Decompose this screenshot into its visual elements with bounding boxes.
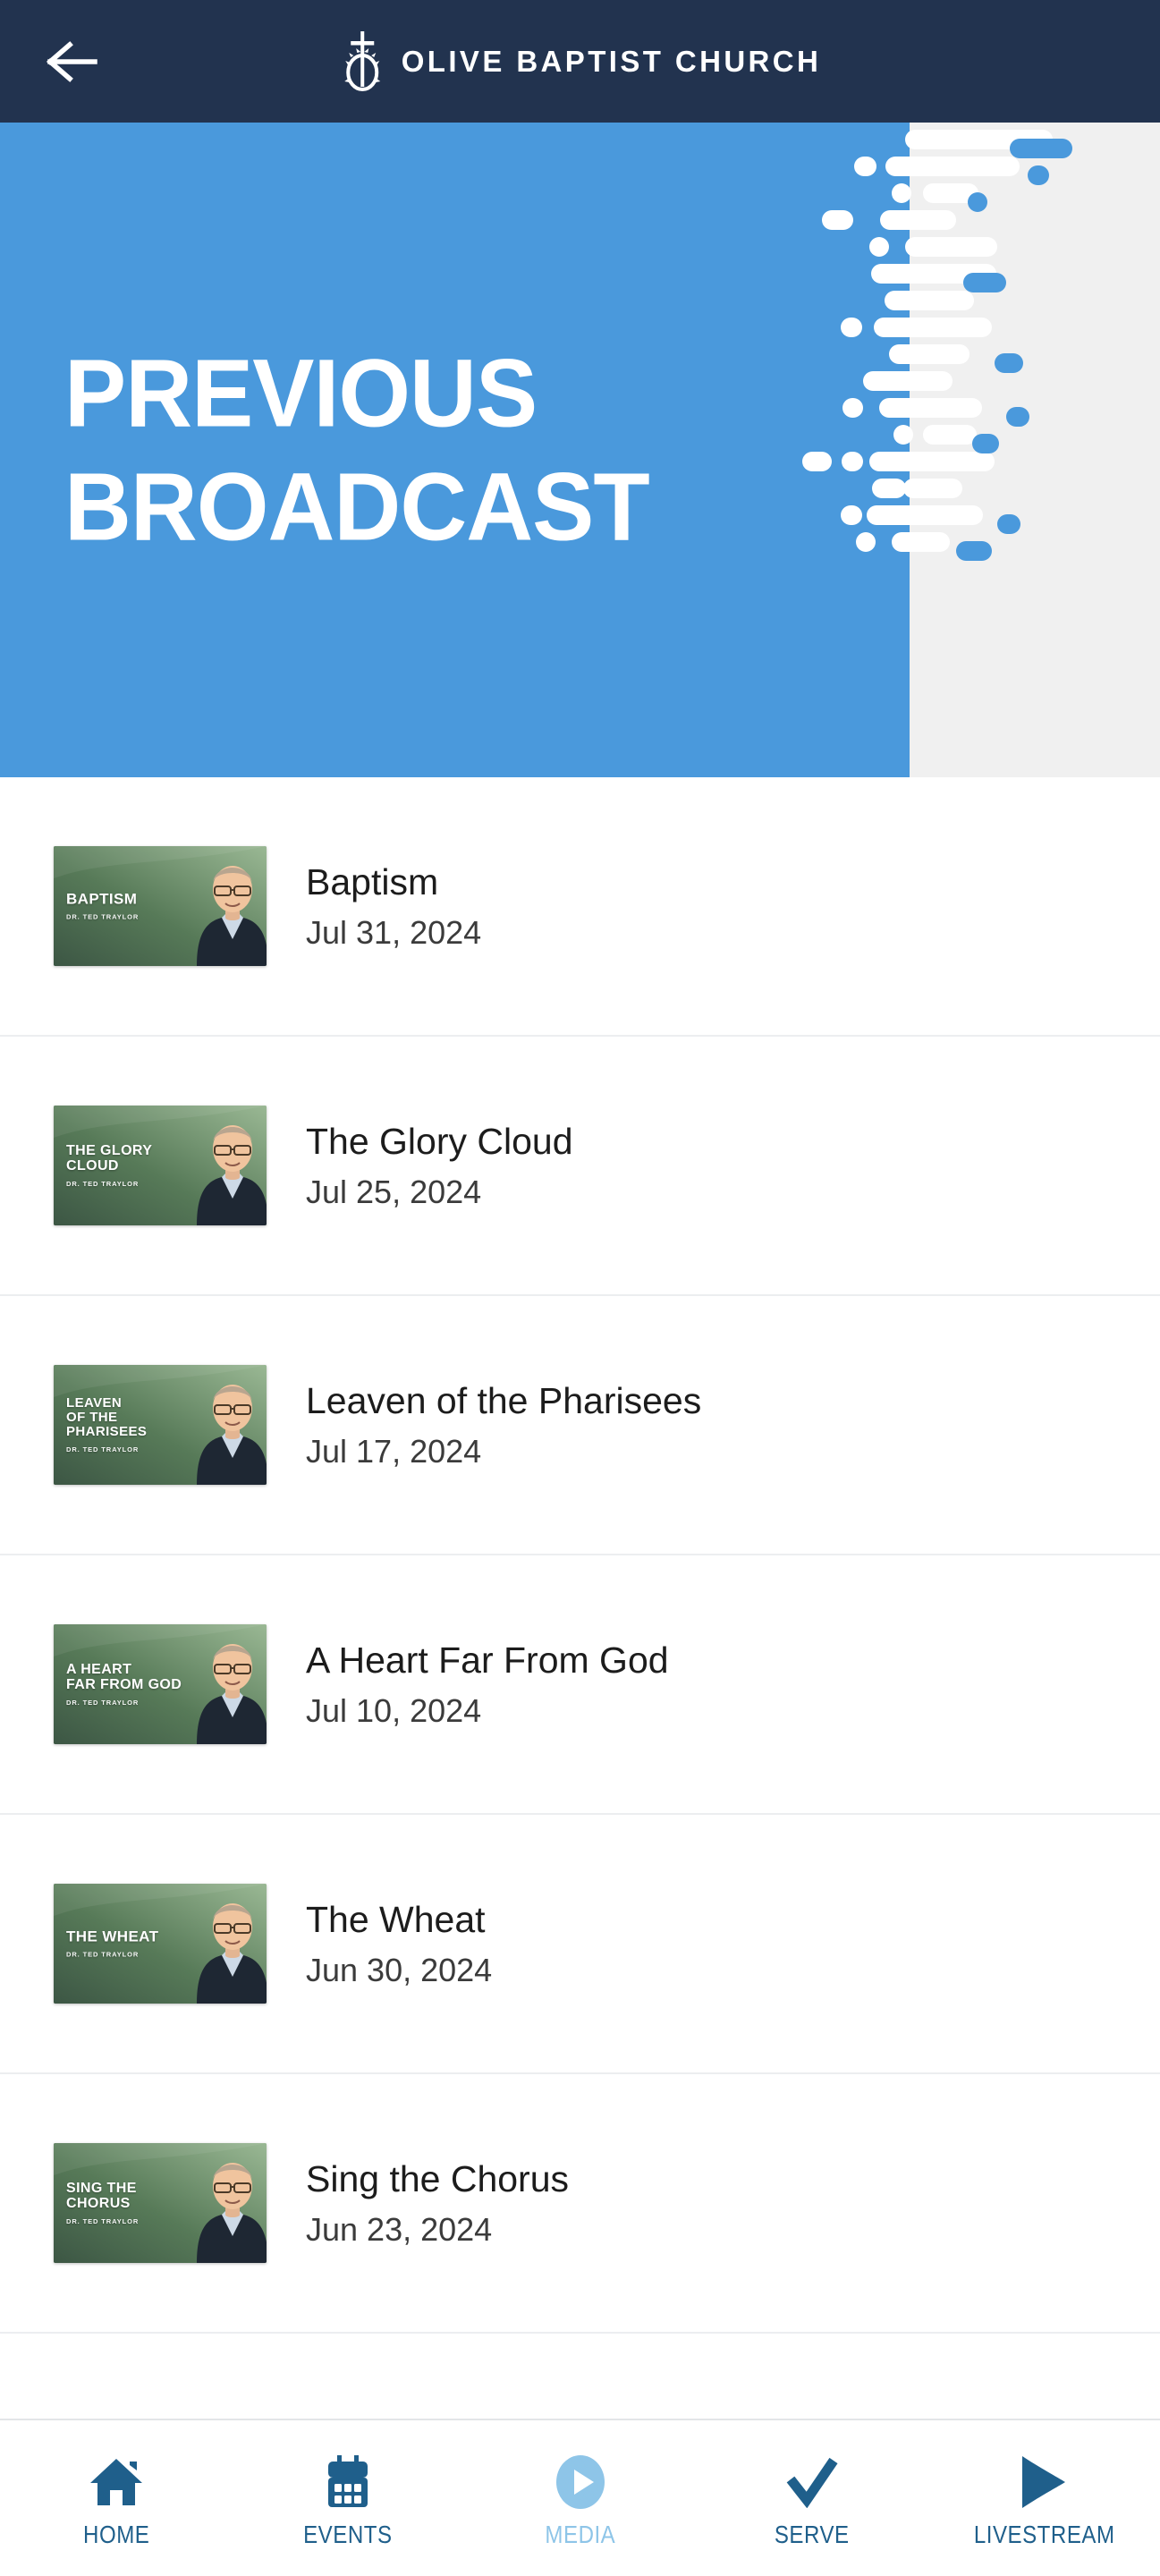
page-title: OLIVE BAPTIST CHURCH <box>401 44 822 78</box>
brand: OLIVE BAPTIST CHURCH <box>339 30 822 94</box>
tab-serve[interactable]: SERVE <box>696 2420 927 2576</box>
thumbnail-speaker: DR. TED TRAYLOR <box>66 2216 140 2225</box>
broadcast-title: A Heart Far From God <box>306 1639 669 1681</box>
broadcast-title: The Wheat <box>306 1898 486 1940</box>
hero-title-line-2: BROADCAST <box>64 453 650 561</box>
broadcast-info: The Wheat Jun 30, 2024 <box>306 1898 493 1988</box>
thumbnail-title-line: A HEART <box>66 1662 132 1678</box>
hero-banner: PREVIOUS BROADCAST <box>0 123 1160 777</box>
check-icon[interactable] <box>784 2454 840 2510</box>
thumbnail-title-line: THE GLORY <box>66 1143 153 1159</box>
back-button[interactable] <box>38 28 106 96</box>
tab-label: MEDIA <box>545 2521 615 2548</box>
broadcast-info: A Heart Far From God Jul 10, 2024 <box>306 1639 669 1729</box>
broadcast-thumbnail[interactable]: THE GLORY CLOUD DR. TED TRAYLOR <box>54 1106 267 1225</box>
thumbnail-overlay-text: THE GLORY CLOUD DR. TED TRAYLOR <box>66 1143 191 1188</box>
broadcast-info: Sing the Chorus Jun 23, 2024 <box>306 2157 570 2248</box>
thumbnail-title-line: SING THE <box>66 2181 137 2197</box>
broadcast-thumbnail[interactable]: SING THE CHORUS DR. TED TRAYLOR <box>54 2143 267 2263</box>
broadcast-date: Jul 31, 2024 <box>306 913 482 951</box>
thumbnail-overlay-text: SING THE CHORUS DR. TED TRAYLOR <box>66 2181 191 2225</box>
thumbnail-title: THE GLORY CLOUD <box>66 1143 191 1174</box>
tab-label: LIVESTREAM <box>973 2521 1115 2548</box>
broadcast-date: Jul 17, 2024 <box>306 1432 482 1470</box>
tab-media[interactable]: MEDIA <box>464 2420 696 2576</box>
tab-home[interactable]: HOME <box>0 2420 232 2576</box>
broadcast-title: Sing the Chorus <box>306 2157 570 2199</box>
tab-livestream[interactable]: LIVESTREAM <box>928 2420 1160 2576</box>
thumbnail-title-line: CLOUD <box>66 1158 119 1174</box>
broadcast-list-item[interactable]: BAPTISM DR. TED TRAYLOR Baptism Jul 31, … <box>0 777 1160 1037</box>
cross-crown-logo-icon <box>339 30 385 94</box>
thumbnail-title: LEAVEN OF THE PHARISEES <box>66 1396 191 1440</box>
thumbnail-overlay-text: THE WHEAT DR. TED TRAYLOR <box>66 1928 191 1958</box>
hero-title: PREVIOUS BROADCAST <box>64 336 673 564</box>
thumbnail-title-line: LEAVEN <box>66 1395 123 1411</box>
thumbnail-overlay-text: A HEART FAR FROM GOD DR. TED TRAYLOR <box>66 1662 191 1707</box>
broadcast-title: The Glory Cloud <box>306 1120 573 1162</box>
broadcast-list-item[interactable]: SING THE CHORUS DR. TED TRAYLOR Sing the … <box>0 2074 1160 2334</box>
broadcast-thumbnail[interactable]: A HEART FAR FROM GOD DR. TED TRAYLOR <box>54 1624 267 1744</box>
thumbnail-speaker: DR. TED TRAYLOR <box>66 1445 140 1453</box>
thumbnail-overlay-text: BAPTISM DR. TED TRAYLOR <box>66 890 191 921</box>
calendar-icon[interactable] <box>320 2454 376 2510</box>
broadcast-thumbnail[interactable]: THE WHEAT DR. TED TRAYLOR <box>54 1884 267 2004</box>
broadcast-info: The Glory Cloud Jul 25, 2024 <box>306 1120 573 1210</box>
thumbnail-speaker: DR. TED TRAYLOR <box>66 1179 140 1188</box>
broadcast-list-item[interactable]: THE WHEAT DR. TED TRAYLOR The Wheat Jun … <box>0 1815 1160 2074</box>
thumbnail-title-line: OF THE <box>66 1410 118 1426</box>
broadcast-info: Baptism Jul 31, 2024 <box>306 860 482 951</box>
thumbnail-title-line: THE WHEAT <box>66 1928 159 1945</box>
play-triangle-icon[interactable] <box>1016 2454 1071 2510</box>
thumbnail-title: A HEART FAR FROM GOD <box>66 1662 191 1693</box>
tab-label: EVENTS <box>303 2521 393 2548</box>
broadcast-date: Jul 10, 2024 <box>306 1691 482 1729</box>
broadcast-date: Jun 23, 2024 <box>306 2210 493 2248</box>
thumbnail-overlay-text: LEAVEN OF THE PHARISEES DR. TED TRAYLOR <box>66 1396 191 1453</box>
thumbnail-title-line: CHORUS <box>66 2196 131 2212</box>
thumbnail-title: THE WHEAT <box>66 1928 191 1945</box>
broadcast-title: Baptism <box>306 860 439 902</box>
thumbnail-speaker: DR. TED TRAYLOR <box>66 1698 140 1707</box>
broadcast-list-item[interactable]: LEAVEN OF THE PHARISEES DR. TED TRAYLOR Le… <box>0 1296 1160 1555</box>
broadcast-list-item[interactable]: THE GLORY CLOUD DR. TED TRAYLOR The Glory… <box>0 1037 1160 1296</box>
thumbnail-title-line: PHARISEES <box>66 1424 148 1440</box>
broadcast-date: Jul 25, 2024 <box>306 1173 482 1210</box>
play-circle-icon[interactable] <box>553 2454 608 2510</box>
hero-title-line-1: PREVIOUS <box>64 338 538 447</box>
broadcast-list[interactable]: BAPTISM DR. TED TRAYLOR Baptism Jul 31, … <box>0 777 1160 2419</box>
thumbnail-title-line: FAR FROM GOD <box>66 1677 182 1693</box>
dot-dash-stream-pattern <box>784 123 1160 777</box>
thumbnail-title: SING THE CHORUS <box>66 2181 191 2212</box>
tab-events[interactable]: EVENTS <box>232 2420 463 2576</box>
tab-label: SERVE <box>775 2521 850 2548</box>
home-icon[interactable] <box>89 2454 144 2510</box>
bottom-tab-bar[interactable]: HOME EVENTS MEDIA SERVE LIVESTREAM <box>0 2419 1160 2576</box>
thumbnail-speaker: DR. TED TRAYLOR <box>66 912 140 921</box>
broadcast-title: Leaven of the Pharisees <box>306 1379 702 1421</box>
thumbnail-title-line: BAPTISM <box>66 890 138 908</box>
tab-label: HOME <box>82 2521 149 2548</box>
broadcast-date: Jun 30, 2024 <box>306 1951 493 1988</box>
thumbnail-title: BAPTISM <box>66 890 191 908</box>
broadcast-thumbnail[interactable]: BAPTISM DR. TED TRAYLOR <box>54 846 267 966</box>
broadcast-thumbnail[interactable]: LEAVEN OF THE PHARISEES DR. TED TRAYLOR <box>54 1365 267 1485</box>
thumbnail-speaker: DR. TED TRAYLOR <box>66 1950 140 1959</box>
app-header: OLIVE BAPTIST CHURCH <box>0 0 1160 123</box>
previous-broadcast-screen: OLIVE BAPTIST CHURCH PREVIOUS BROADCAST … <box>0 0 1160 2576</box>
broadcast-list-item[interactable]: A HEART FAR FROM GOD DR. TED TRAYLOR A He… <box>0 1555 1160 1815</box>
broadcast-info: Leaven of the Pharisees Jul 17, 2024 <box>306 1379 702 1470</box>
